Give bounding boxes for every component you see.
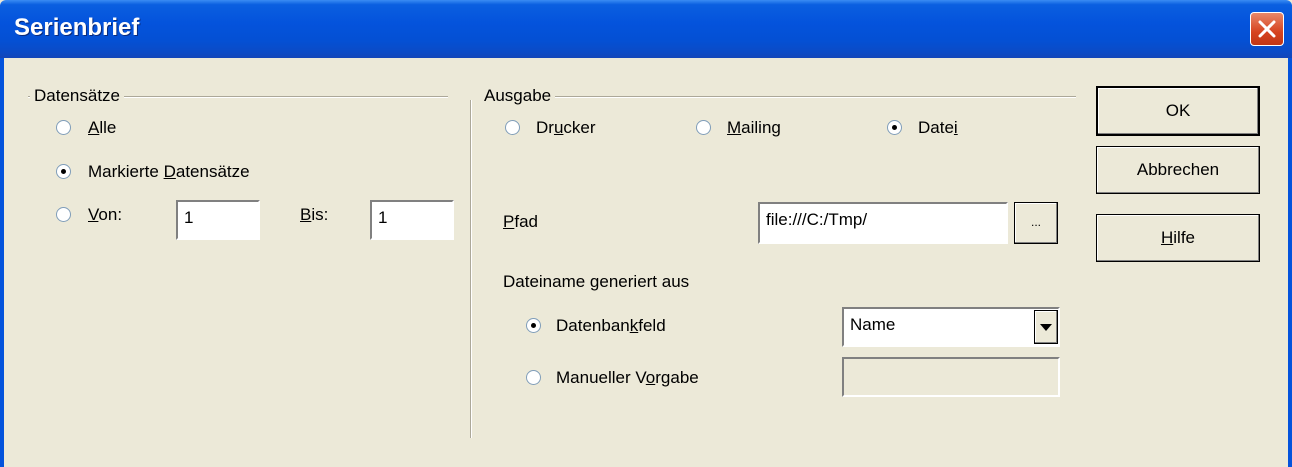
radio-manueller-label[interactable]: Manueller Vorgabe [556,368,699,388]
bis-input[interactable]: 1 [370,200,454,240]
abbrechen-button[interactable]: Abbrechen [1096,146,1260,194]
radio-alle[interactable] [56,120,71,135]
window-border-left [0,58,4,467]
hilfe-button[interactable]: Hilfe [1096,214,1260,262]
datenbankfeld-dropdown-button[interactable] [1034,310,1058,344]
radio-markierte-datensaetze[interactable] [56,164,71,179]
browse-button[interactable]: ... [1014,202,1058,244]
title-bar[interactable]: Serienbrief [0,0,1292,58]
radio-datei[interactable] [887,120,902,135]
window-border-right [1288,58,1292,467]
radio-datei-label[interactable]: Datei [918,118,958,138]
ausgabe-group-label: Ausgabe [480,86,556,106]
dialog-title: Serienbrief [14,14,140,41]
bis-label: Bis: [300,205,329,224]
pfad-input[interactable]: file:///C:/Tmp/ [758,202,1008,244]
group-separator [470,100,472,438]
ausgabe-group-line [480,96,1076,98]
datenbankfeld-select[interactable]: Name [842,307,1060,347]
ok-button[interactable]: OK [1096,86,1260,136]
pfad-label: Pfad [503,212,538,231]
radio-mailing-label[interactable]: Mailing [727,118,781,138]
close-icon [1258,20,1276,38]
radio-datenbankfeld-label[interactable]: Datenbankfeld [556,316,666,336]
radio-alle-label[interactable]: Alle [88,118,116,138]
radio-von-label[interactable]: Von: [88,205,122,225]
radio-von[interactable] [56,207,71,222]
datensaetze-group-label: Datensätze [30,86,124,106]
radio-manueller-vorgabe[interactable] [526,370,541,385]
radio-drucker[interactable] [505,120,520,135]
von-input[interactable]: 1 [176,200,260,240]
radio-drucker-label[interactable]: Drucker [536,118,596,138]
serienbrief-dialog: Serienbrief Datensätze Alle Markierte Da… [0,0,1292,467]
manuell-input[interactable] [842,357,1060,397]
radio-markierte-label[interactable]: Markierte Datensätze [88,162,250,182]
dateiname-label: Dateiname generiert aus [503,272,690,291]
radio-mailing[interactable] [696,120,711,135]
radio-datenbankfeld[interactable] [526,318,541,333]
chevron-down-icon [1040,324,1052,331]
close-button[interactable] [1250,12,1284,46]
